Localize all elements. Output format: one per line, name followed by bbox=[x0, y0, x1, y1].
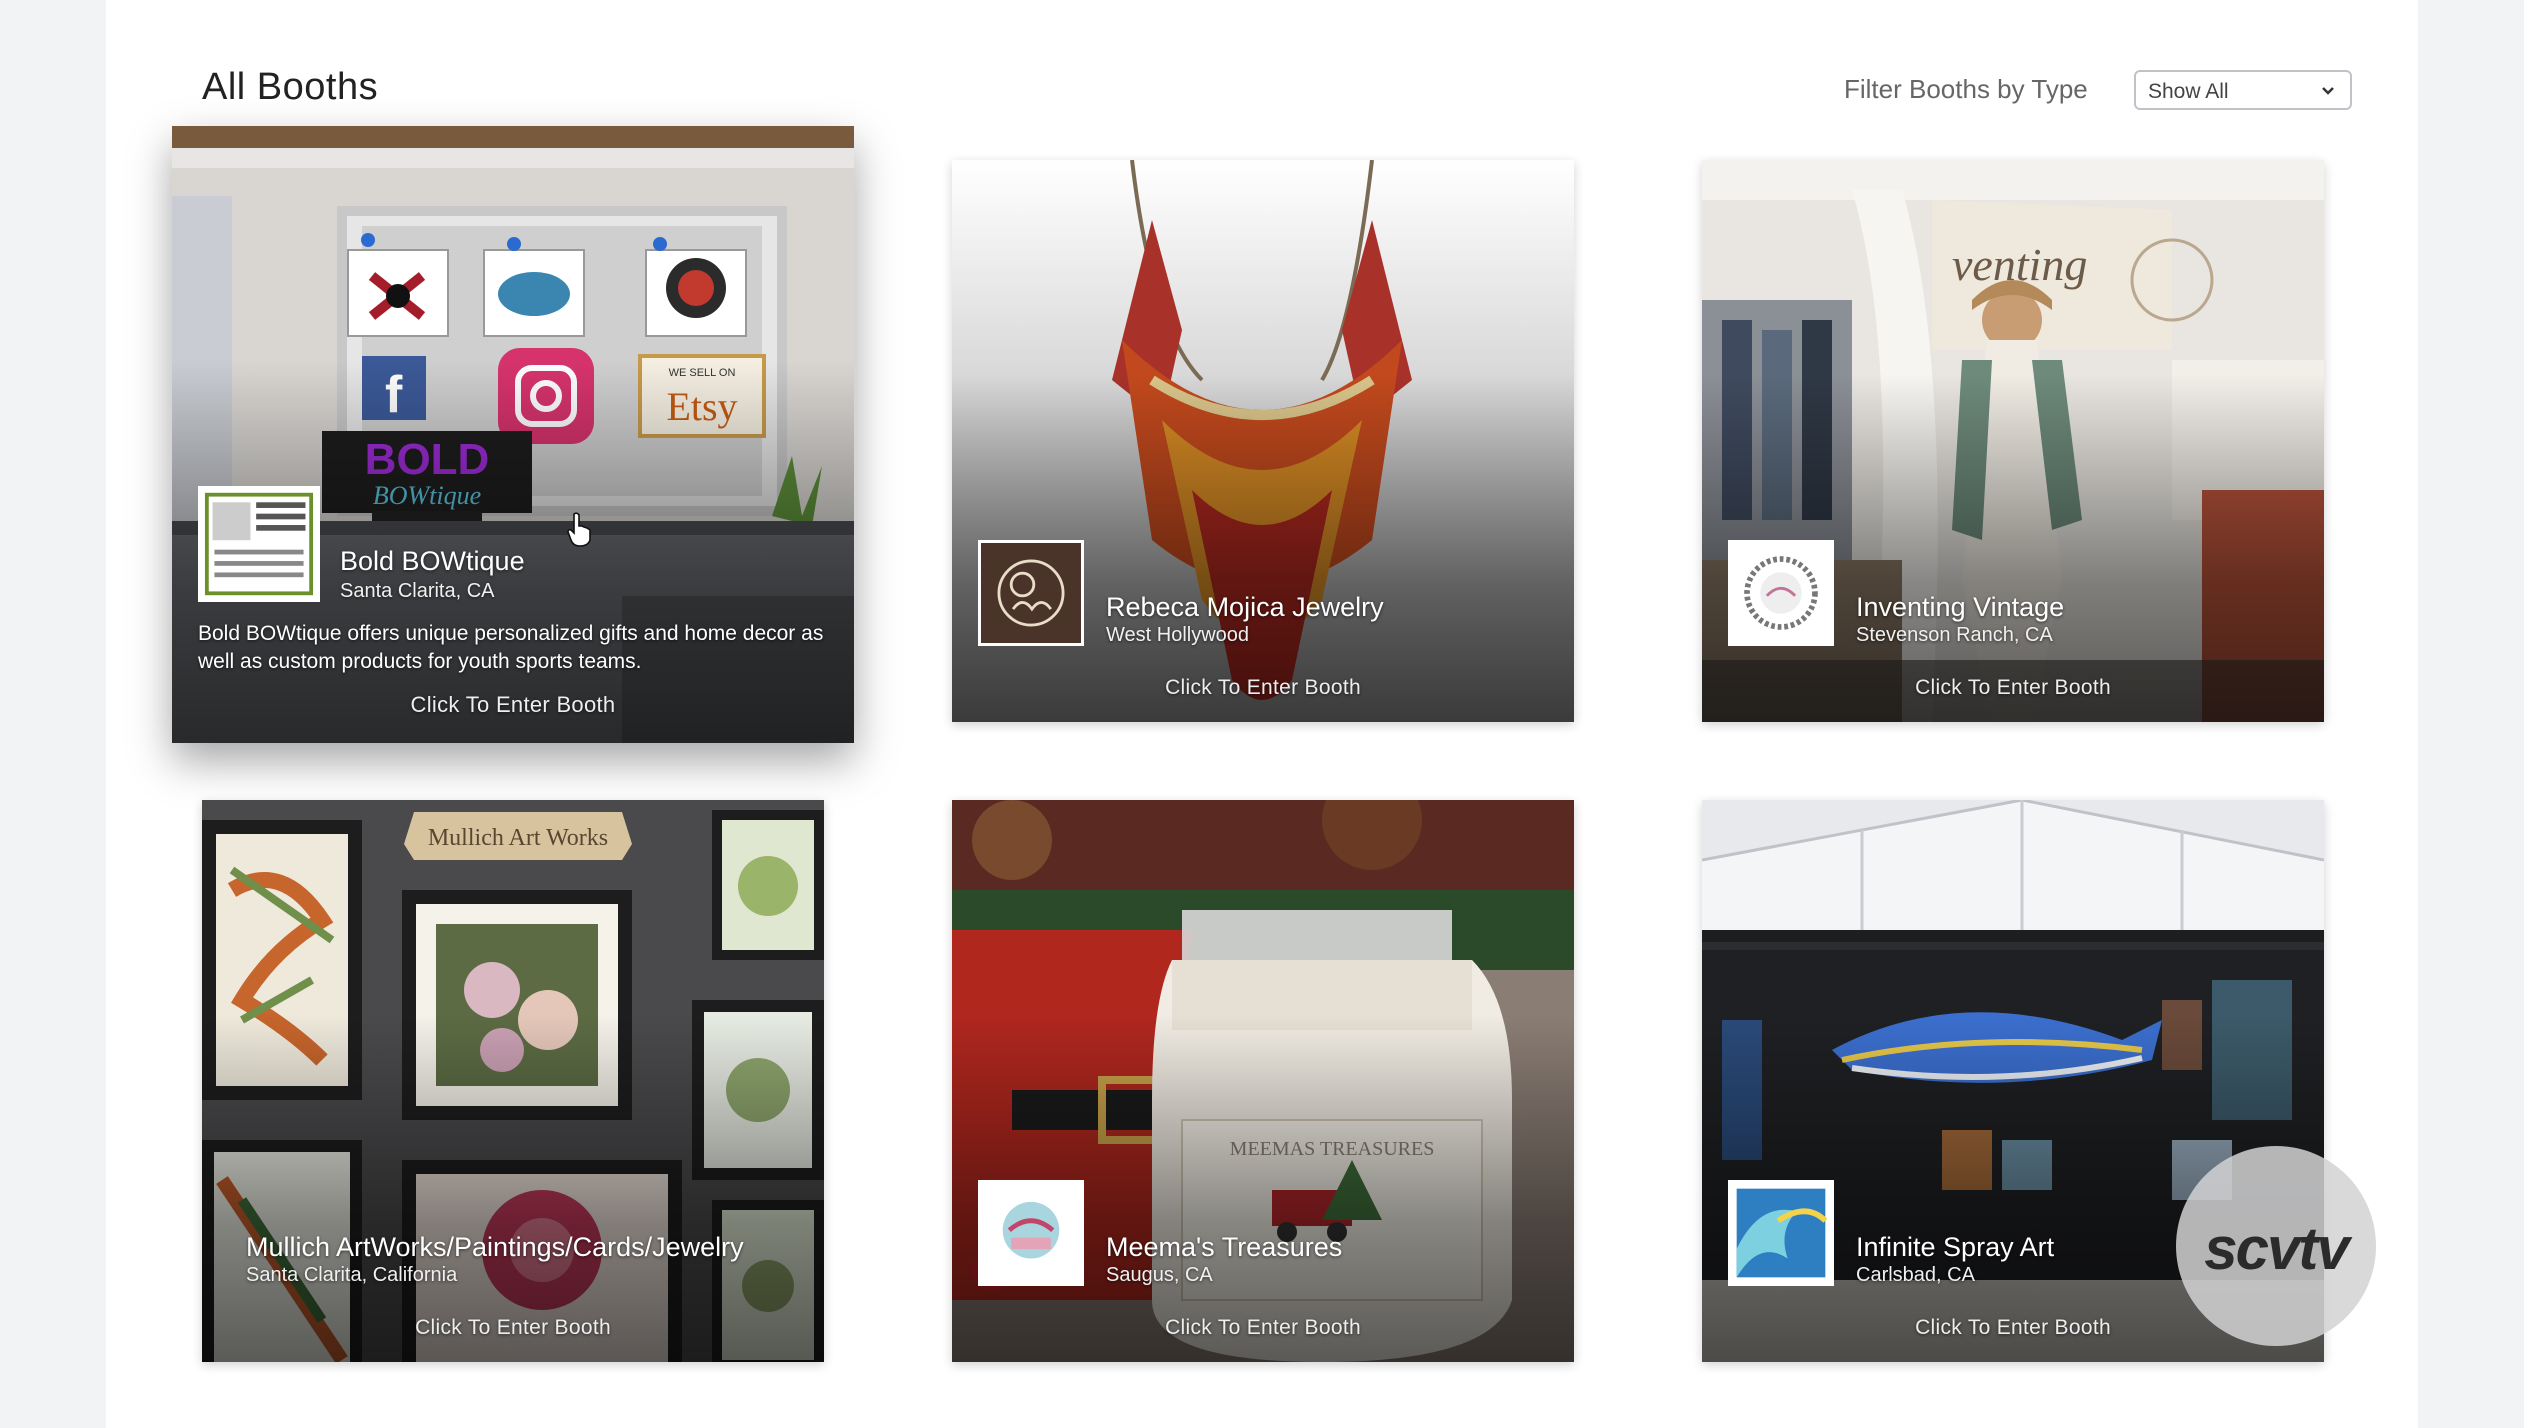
mullich-sign-text: Mullich Art Works bbox=[428, 825, 608, 851]
booth-logo-inventing-vintage bbox=[1728, 540, 1834, 646]
filter-type-select[interactable]: Show All bbox=[2134, 70, 2352, 110]
booth-card-mullich-artworks[interactable]: Mullich Art Works Mullich ArtWorks/Paint… bbox=[202, 800, 824, 1362]
enter-booth-link[interactable]: Click To Enter Booth bbox=[172, 692, 854, 718]
enter-booth-link[interactable]: Click To Enter Booth bbox=[952, 676, 1574, 700]
booth-card-rebeca-mojica[interactable]: Rebeca Mojica Jewelry West Hollywood Cli… bbox=[952, 160, 1574, 722]
enter-booth-link[interactable]: Click To Enter Booth bbox=[202, 1316, 824, 1340]
booth-location: Santa Clarita, California bbox=[246, 1264, 458, 1286]
booth-name: Bold BOWtique bbox=[340, 546, 525, 576]
booth-description: Bold BOWtique offers unique personalized… bbox=[198, 622, 824, 673]
enter-booth-link[interactable]: Click To Enter Booth bbox=[1702, 676, 2324, 700]
booth-location: Carlsbad, CA bbox=[1856, 1264, 1975, 1286]
booth-logo-infinite-spray-art bbox=[1728, 1180, 1834, 1286]
scvtv-watermark: scvtv bbox=[2176, 1146, 2376, 1346]
booth-location: Saugus, CA bbox=[1106, 1264, 1213, 1286]
booth-location: Santa Clarita, CA bbox=[340, 580, 495, 602]
booth-logo-meemas-treasures bbox=[978, 1180, 1084, 1286]
booth-name: Inventing Vintage bbox=[1856, 592, 2065, 622]
booth-card-bold-bowtique[interactable]: f WE SELL ON Etsy BOLD BOWtique Bold BOW… bbox=[172, 126, 854, 743]
filter-label: Filter Booths by Type bbox=[1844, 74, 2088, 104]
booth-card-meemas-treasures[interactable]: MEEMAS TREASURES Meema's Treasures Saugu… bbox=[952, 800, 1574, 1362]
booth-card-inventing-vintage[interactable]: venting Inventing Vintage Stevenson Ranc… bbox=[1702, 160, 2324, 722]
card-gradient bbox=[202, 1013, 824, 1362]
page-title: All Booths bbox=[202, 66, 379, 108]
booth-name: Mullich ArtWorks/Paintings/Cards/Jewelry bbox=[246, 1232, 744, 1262]
hand-cursor-icon bbox=[567, 512, 591, 547]
enter-booth-link[interactable]: Click To Enter Booth bbox=[952, 1316, 1574, 1340]
booth-location: West Hollywood bbox=[1106, 624, 1250, 646]
booth-name: Meema's Treasures bbox=[1106, 1232, 1343, 1262]
booth-location: Stevenson Ranch, CA bbox=[1856, 624, 2053, 646]
filter-selected-value: Show All bbox=[2148, 80, 2229, 103]
booth-name: Rebeca Mojica Jewelry bbox=[1106, 592, 1384, 622]
booth-logo-rebeca-mojica bbox=[978, 540, 1084, 646]
chevron-down-icon bbox=[2322, 87, 2334, 95]
booth-name: Infinite Spray Art bbox=[1856, 1232, 2055, 1262]
booth-logo-bold-bowtique bbox=[198, 486, 320, 602]
watermark-text: scvtv bbox=[2204, 1215, 2349, 1282]
